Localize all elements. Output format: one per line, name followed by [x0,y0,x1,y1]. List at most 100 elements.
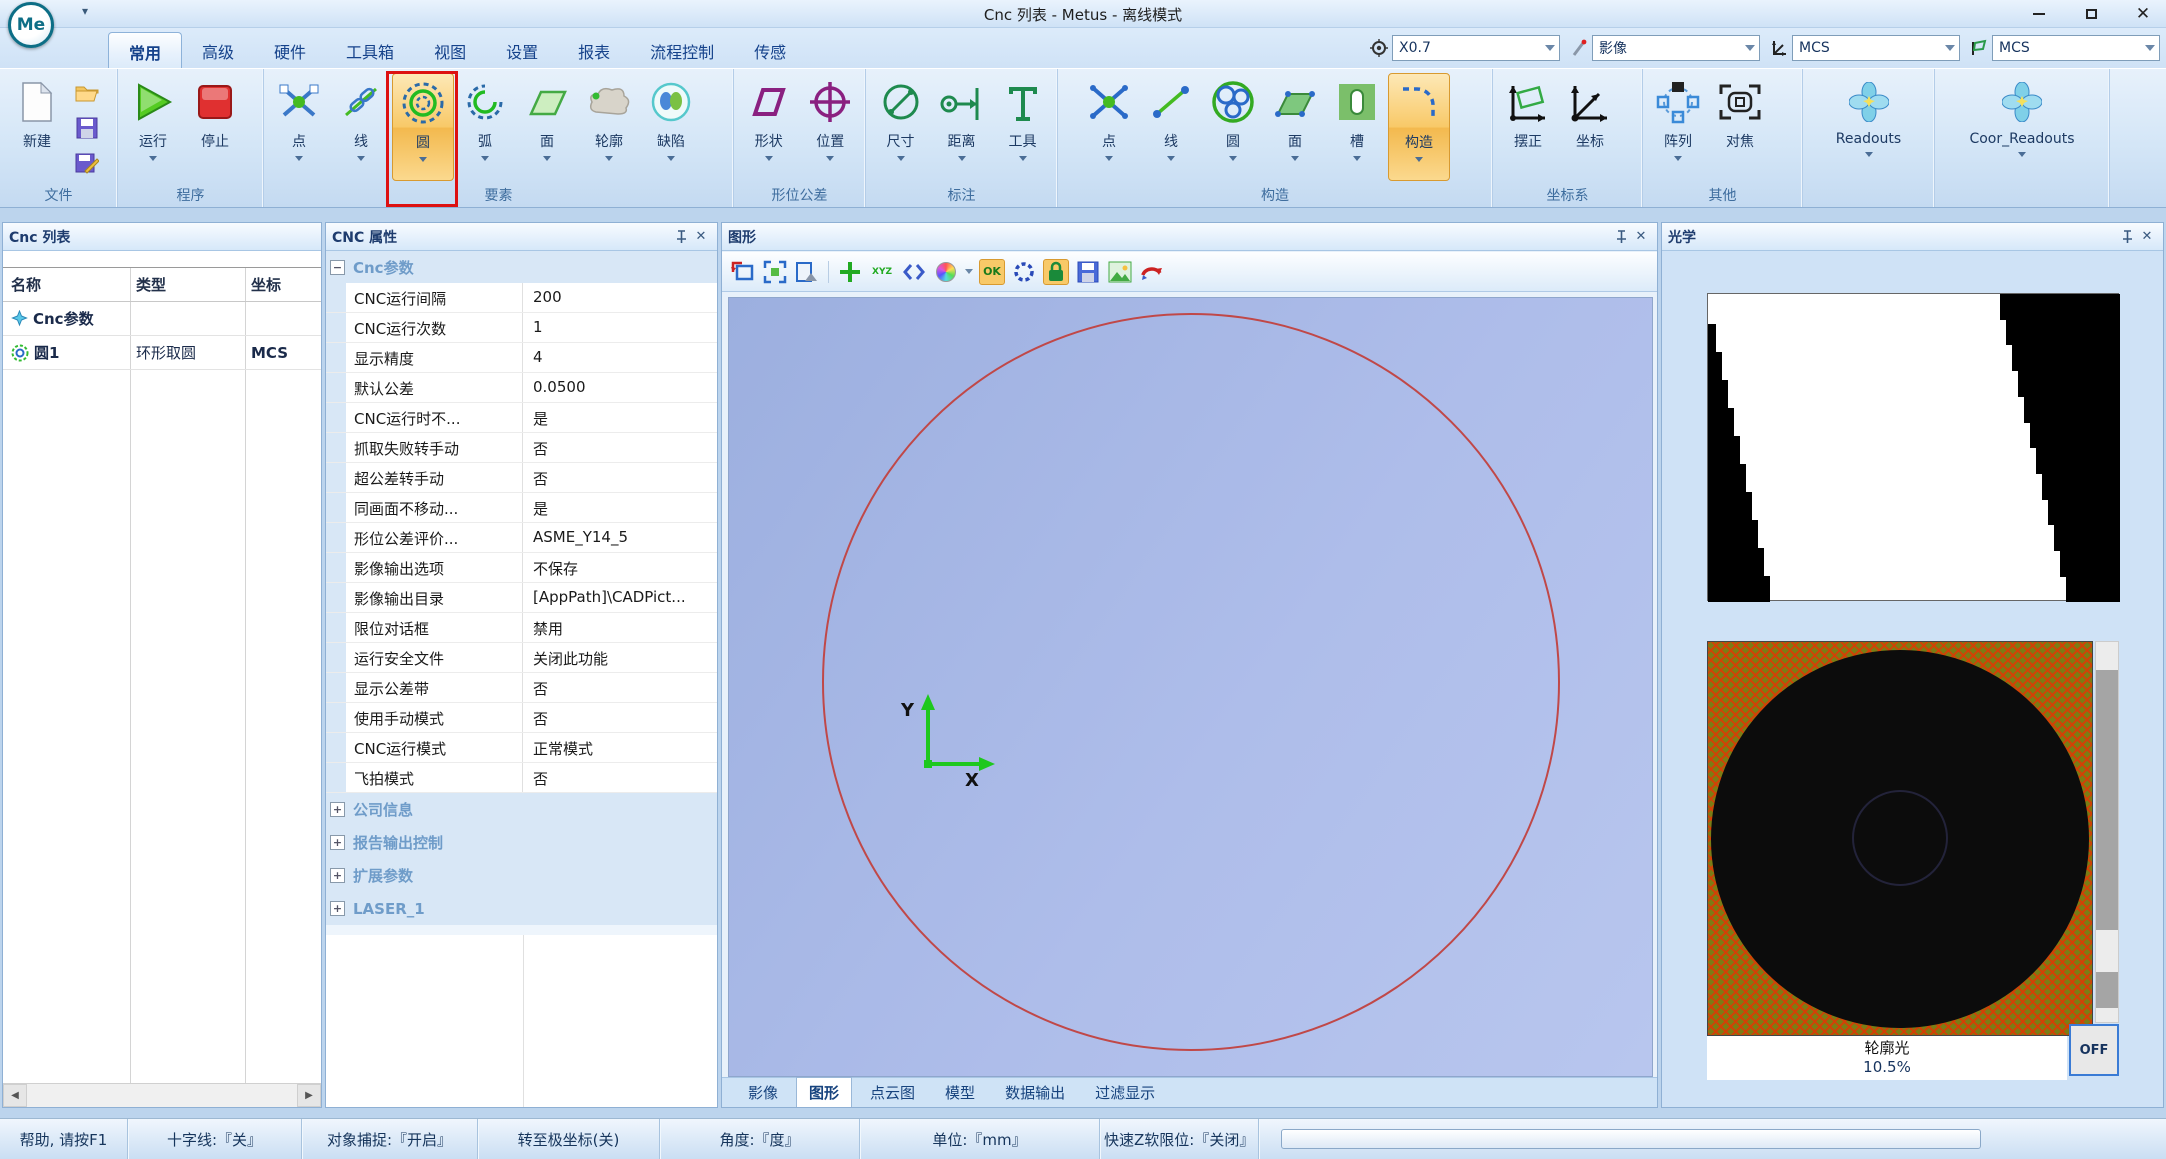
property-value[interactable]: 正常模式 [523,733,717,762]
property-value[interactable]: 不保存 [523,553,717,582]
property-row[interactable]: 影像输出目录 [AppPath]\CADPict... [326,583,717,613]
graphics-canvas[interactable]: Y X [728,297,1653,1077]
flip-view-button[interactable] [901,259,927,285]
graphics-view-tab[interactable]: 过滤显示 [1083,1078,1167,1107]
measure-arc-button[interactable]: 弧 [454,73,516,181]
ribbon-tab[interactable]: 工具箱 [326,32,414,68]
camera-live-view[interactable] [1707,641,2093,1036]
probe-combo[interactable]: 影像 [1592,35,1760,61]
ribbon-tab[interactable]: 高级 [182,32,254,68]
ribbon-tab[interactable]: 传感 [734,32,806,68]
minimize-button[interactable] [2026,4,2052,24]
status-item[interactable]: 十字线:『关』 [128,1119,302,1159]
horizontal-scrollbar[interactable]: ◀ ▶ [3,1083,321,1107]
edge-detection-image[interactable] [1707,293,2119,601]
property-row[interactable]: 限位对话框 禁用 [326,613,717,643]
scrollbar-thumb[interactable] [2096,670,2118,930]
ribbon-tab[interactable]: 设置 [486,32,558,68]
property-value[interactable]: 否 [523,703,717,732]
graphics-view-tab[interactable]: 点云图 [858,1078,927,1107]
property-value[interactable]: 1 [523,313,717,342]
chevron-down-icon[interactable] [965,269,973,274]
pin-icon[interactable] [1611,228,1631,246]
property-row[interactable]: 默认公差 0.0500 [326,373,717,403]
save-button[interactable] [72,113,102,143]
construct-construct-button[interactable]: 构造 [1388,73,1450,181]
scroll-right-arrow-icon[interactable]: ▶ [297,1084,321,1107]
measure-defect-button[interactable]: 缺陷 [640,73,702,181]
property-group-cnc-parameters[interactable]: − Cnc参数 [326,251,717,283]
property-value[interactable]: 否 [523,463,717,492]
property-value[interactable]: 0.0500 [523,373,717,402]
coor-readouts-button[interactable]: Coor_Readouts [1942,73,2102,181]
property-row[interactable]: 超公差转手动 否 [326,463,717,493]
stop-button[interactable]: 停止 [184,73,246,181]
graphics-view-tab[interactable]: 影像 [736,1078,790,1107]
property-value[interactable]: 是 [523,493,717,522]
property-group-collapsed[interactable]: + 公司信息 [326,793,717,826]
new-button[interactable]: 新建 [4,73,70,181]
property-row[interactable]: 形位公差评价... ASME_Y14_5 [326,523,717,553]
ok-confirm-button[interactable]: OK [979,259,1005,285]
property-row[interactable]: 抓取失败转手动 否 [326,433,717,463]
projection-plane-combo[interactable]: MCS [1992,35,2160,61]
measure-contour-button[interactable]: 轮廓 [578,73,640,181]
expand-icon[interactable]: + [330,835,345,850]
property-row[interactable]: 飞拍模式 否 [326,763,717,793]
close-panel-icon[interactable]: ✕ [1631,228,1651,246]
annotation-tool-button[interactable]: 工具 [992,73,1053,181]
dimension-distance-button[interactable]: 距离 [931,73,992,181]
gdt-shape-button[interactable]: 形状 [738,73,800,181]
graphics-view-tab[interactable]: 数据输出 [993,1078,1077,1107]
property-value[interactable]: 禁用 [523,613,717,642]
property-row[interactable]: 影像输出选项 不保存 [326,553,717,583]
property-value[interactable]: 否 [523,433,717,462]
property-group-collapsed[interactable]: + 报告输出控制 [326,826,717,859]
status-item[interactable]: 对象捕捉:『开启』 [302,1119,478,1159]
expand-icon[interactable]: + [330,802,345,817]
close-panel-icon[interactable]: ✕ [691,228,711,246]
add-point-button[interactable] [837,259,863,285]
measure-point-button[interactable]: 点 [268,73,330,181]
construct-point-button[interactable]: 点 [1078,73,1140,181]
cnc-list-row-parameters[interactable]: Cnc参数 [3,302,321,336]
property-row[interactable]: CNC运行模式 正常模式 [326,733,717,763]
coordinate-button[interactable]: 坐标 [1559,73,1621,181]
lock-button[interactable] [1043,259,1069,285]
graphics-view-tab[interactable]: 模型 [933,1078,987,1107]
property-value[interactable]: 4 [523,343,717,372]
cnc-list-row-circle1[interactable]: 圆1 环形取圆 MCS [3,336,321,370]
gdt-position-button[interactable]: 位置 [800,73,862,181]
align-button[interactable]: 摆正 [1497,73,1559,181]
ribbon-tab[interactable]: 视图 [414,32,486,68]
property-value[interactable]: [AppPath]\CADPict... [523,583,717,612]
status-item[interactable]: 单位:『mm』 [860,1119,1100,1159]
property-value[interactable]: 关闭此功能 [523,643,717,672]
construct-plane-button[interactable]: 面 [1264,73,1326,181]
ribbon-tab[interactable]: 报表 [558,32,630,68]
maximize-button[interactable] [2078,4,2104,24]
xyz-readout-button[interactable]: XYZ [869,259,895,285]
column-header-type[interactable]: 类型 [130,274,245,295]
property-value[interactable]: 是 [523,403,717,432]
status-item[interactable]: 帮助, 请按F1 [0,1119,128,1159]
fit-view-button[interactable] [762,259,788,285]
magnification-combo[interactable]: X0.7 [1392,35,1560,61]
close-panel-icon[interactable]: ✕ [2137,228,2157,246]
status-item[interactable]: 快速Z软限位:『关闭』 [1100,1119,1259,1159]
property-row[interactable]: CNC运行时不... 是 [326,403,717,433]
property-group-collapsed[interactable]: + 扩展参数 [326,859,717,892]
property-row[interactable]: 同画面不移动... 是 [326,493,717,523]
column-header-name[interactable]: 名称 [3,274,130,295]
property-row[interactable]: 显示公差带 否 [326,673,717,703]
construct-line-button[interactable]: 线 [1140,73,1202,181]
light-intensity-value[interactable]: 10.5% [1863,1058,1911,1077]
gear-ring-button[interactable] [1011,259,1037,285]
app-logo[interactable]: Me [8,2,54,48]
construct-slot-button[interactable]: 槽 [1326,73,1388,181]
run-button[interactable]: 运行 [122,73,184,181]
property-value[interactable]: ASME_Y14_5 [523,523,717,552]
measure-plane-button[interactable]: 面 [516,73,578,181]
column-header-coord[interactable]: 坐标 [245,274,321,295]
readouts-button[interactable]: Readouts [1809,73,1929,181]
